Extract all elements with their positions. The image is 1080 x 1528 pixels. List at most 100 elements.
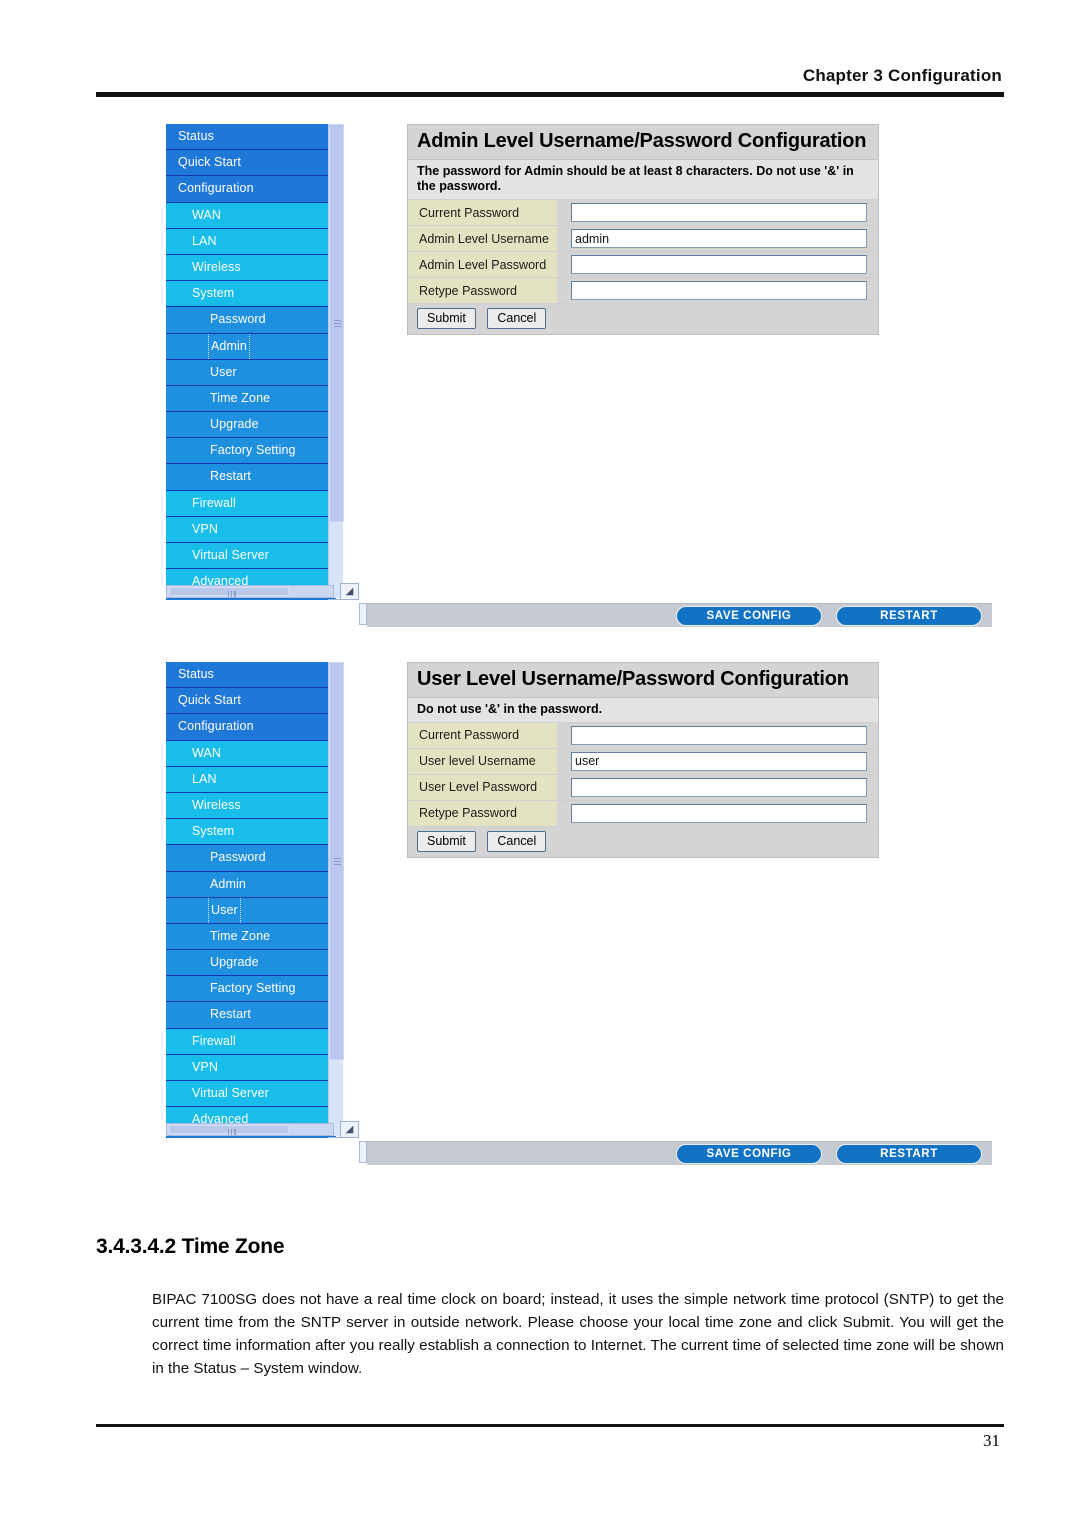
sidebar-horizontal-scrollbar[interactable]: [166, 1123, 334, 1136]
field-cell: [558, 277, 878, 304]
sidebar-horizontal-scrollbar[interactable]: [166, 585, 334, 598]
save-config-button[interactable]: SAVE CONFIG: [676, 1144, 822, 1164]
input-current-password[interactable]: [571, 725, 867, 745]
sidebar-item-label: Wireless: [192, 797, 241, 812]
sidebar-item-lan[interactable]: LAN: [166, 228, 336, 255]
sidebar-item-lan[interactable]: LAN: [166, 766, 336, 793]
chapter-header-title: Chapter 3 Configuration: [802, 66, 1002, 85]
sidebar-item-restart[interactable]: Restart: [166, 1002, 336, 1029]
sidebar-item-password[interactable]: Password: [166, 845, 336, 872]
input-retype-password[interactable]: [571, 281, 867, 301]
sidebar-item-label: LAN: [192, 233, 217, 248]
field-label: Current Password: [408, 721, 559, 749]
input-admin-level-username[interactable]: [571, 229, 867, 249]
field-label: User level Username: [408, 747, 559, 775]
input-user-level-username[interactable]: [571, 751, 867, 771]
sidebar-item-time-zone[interactable]: Time Zone: [166, 923, 336, 951]
resize-corner-icon[interactable]: ◢: [340, 583, 359, 600]
input-current-password[interactable]: [571, 203, 867, 223]
sidebar-item-status[interactable]: Status: [166, 124, 336, 151]
sidebar-menu-list[interactable]: Status Quick Start Configuration WAN LAN Wire…: [166, 662, 336, 1138]
sidebar-item-label: Configuration: [178, 719, 254, 734]
cancel-button[interactable]: Cancel: [487, 308, 547, 330]
field-cell: [558, 199, 878, 226]
field-label: Retype Password: [408, 277, 559, 304]
sidebar-item-configuration[interactable]: Configuration: [166, 176, 336, 203]
scrollbar-thumb[interactable]: [329, 662, 344, 1060]
action-bar-background: SAVE CONFIG RESTART: [367, 603, 992, 627]
sidebar-item-system[interactable]: System: [166, 819, 336, 846]
admin-form-buttons: Submit Cancel: [408, 303, 878, 335]
input-user-level-password[interactable]: [571, 777, 867, 797]
sidebar-item-configuration[interactable]: Configuration: [166, 714, 336, 741]
form-row: Retype Password: [408, 277, 878, 304]
field-cell: [558, 799, 878, 826]
sidebar-item-label: Time Zone: [210, 928, 271, 943]
sidebar-menu-list[interactable]: Status Quick Start Configuration WAN LAN Wire…: [166, 124, 336, 600]
admin-password-screenshot: Status Quick Start Configuration WAN LAN Wire…: [162, 122, 992, 630]
user-action-bar: SAVE CONFIG RESTART: [162, 1138, 992, 1168]
sidebar-item-label: Wireless: [192, 259, 241, 274]
sidebar-item-time-zone[interactable]: Time Zone: [166, 385, 336, 413]
sidebar-item-password[interactable]: Password: [166, 307, 336, 334]
sidebar-item-wan[interactable]: WAN: [166, 202, 336, 229]
sidebar-item-wireless[interactable]: Wireless: [166, 254, 336, 282]
sidebar-vertical-scrollbar[interactable]: ▾: [328, 662, 345, 1138]
scrollbar-thumb[interactable]: [329, 124, 344, 522]
sidebar-item-virtual-server[interactable]: Virtual Server: [166, 1081, 336, 1108]
restart-button[interactable]: RESTART: [836, 1144, 982, 1164]
sidebar-item-factory-setting[interactable]: Factory Setting: [166, 438, 336, 465]
submit-button[interactable]: Submit: [417, 308, 476, 330]
sidebar-item-label: Password: [210, 850, 266, 865]
sidebar-item-firewall[interactable]: Firewall: [166, 1028, 336, 1055]
section-heading: 3.4.3.4.2 Time Zone: [96, 1235, 285, 1258]
sidebar-item-label: VPN: [192, 1059, 219, 1074]
sidebar-item-firewall[interactable]: Firewall: [166, 490, 336, 517]
sidebar-item-system[interactable]: System: [166, 281, 336, 308]
sidebar-item-admin[interactable]: Admin: [166, 333, 336, 360]
sidebar-item-wan[interactable]: WAN: [166, 740, 336, 767]
sidebar-item-label: Quick Start: [178, 155, 241, 170]
sidebar-item-label: Firewall: [192, 495, 236, 510]
sidebar-item-admin[interactable]: Admin: [166, 871, 336, 898]
sidebar-item-restart[interactable]: Restart: [166, 464, 336, 491]
scrollbar-grip-icon: [334, 858, 341, 865]
resize-corner-icon[interactable]: ◢: [340, 1121, 359, 1138]
restart-button[interactable]: RESTART: [836, 606, 982, 626]
sidebar-item-quick-start[interactable]: Quick Start: [166, 688, 336, 715]
field-label: Retype Password: [408, 799, 559, 826]
user-form-table: Current Password User level Username User …: [408, 721, 878, 826]
input-admin-level-password[interactable]: [571, 255, 867, 275]
input-retype-password[interactable]: [571, 803, 867, 823]
sidebar-item-vpn[interactable]: VPN: [166, 516, 336, 543]
sidebar-item-virtual-server[interactable]: Virtual Server: [166, 543, 336, 570]
page-footer: 31: [96, 1424, 1004, 1451]
scrollbar-grip-icon: [334, 320, 341, 327]
sidebar-vertical-scrollbar[interactable]: ▾: [328, 124, 345, 600]
panel-title: Admin Level Username/Password Configurat…: [408, 125, 878, 159]
sidebar-item-upgrade[interactable]: Upgrade: [166, 412, 336, 439]
panel-title: User Level Username/Password Configurati…: [408, 663, 878, 697]
field-label: User Level Password: [408, 773, 559, 801]
sidebar-item-user[interactable]: User: [166, 897, 336, 924]
sidebar-item-status[interactable]: Status: [166, 662, 336, 689]
hscrollbar-thumb[interactable]: [169, 1125, 289, 1135]
router-sidebar-admin: Status Quick Start Configuration WAN LAN Wire…: [162, 122, 367, 600]
sidebar-item-label: Configuration: [178, 181, 254, 196]
submit-button[interactable]: Submit: [417, 830, 476, 852]
sidebar-item-vpn[interactable]: VPN: [166, 1054, 336, 1081]
save-config-button[interactable]: SAVE CONFIG: [676, 606, 822, 626]
sidebar-item-user[interactable]: User: [166, 359, 336, 386]
hscrollbar-thumb[interactable]: [169, 587, 289, 597]
sidebar-item-label: User: [210, 364, 237, 379]
field-cell: [558, 773, 878, 801]
cancel-button[interactable]: Cancel: [487, 830, 547, 852]
sidebar-item-label: Restart: [210, 1007, 251, 1022]
sidebar-item-quick-start[interactable]: Quick Start: [166, 150, 336, 177]
sidebar-item-label: Quick Start: [178, 693, 241, 708]
sidebar-item-wireless[interactable]: Wireless: [166, 792, 336, 820]
user-password-screenshot: Status Quick Start Configuration WAN LAN Wire…: [162, 660, 992, 1168]
sidebar-item-factory-setting[interactable]: Factory Setting: [166, 976, 336, 1003]
sidebar-item-upgrade[interactable]: Upgrade: [166, 950, 336, 977]
router-sidebar-user: Status Quick Start Configuration WAN LAN Wire…: [162, 660, 367, 1138]
